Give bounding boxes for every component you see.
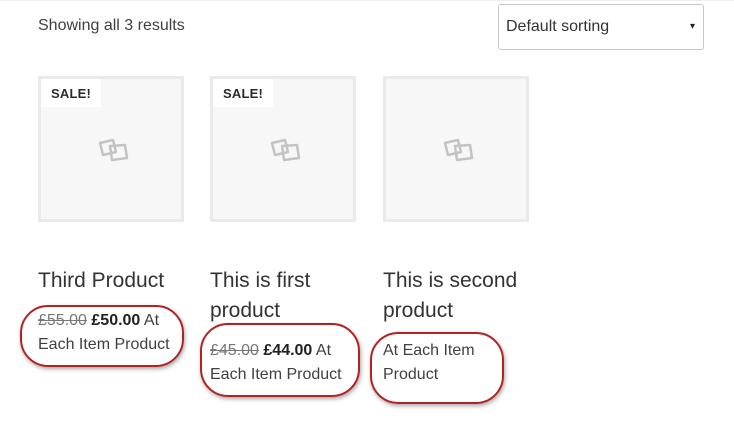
sort-select[interactable]: Default sorting ▾ [498,4,704,50]
product-card: SALE! This is first product £45.00 £44.0… [210,76,356,383]
product-image[interactable]: SALE! [38,76,184,222]
chevron-down-icon: ▾ [689,21,695,32]
product-card: This is second product At Each Item Prod… [383,76,529,383]
product-image[interactable]: SALE! [210,76,356,222]
top-divider [0,0,734,1]
product-title[interactable]: This is first product [210,266,385,326]
product-title[interactable]: This is second product [383,266,558,326]
annotation-circle [200,323,360,397]
annotation-circle [370,332,504,404]
sale-badge: SALE! [41,79,101,107]
result-count: Showing all 3 results [38,17,185,34]
sale-badge: SALE! [213,79,273,107]
image-placeholder-icon [98,138,129,162]
product-image[interactable] [383,76,529,222]
sort-select-value: Default sorting [506,18,610,35]
product-title[interactable]: Third Product [38,266,213,296]
image-placeholder-icon [443,138,474,162]
image-placeholder-icon [270,138,301,162]
product-card: SALE! Third Product £55.00 £50.00 At Eac… [38,76,184,353]
annotation-circle [20,305,184,367]
